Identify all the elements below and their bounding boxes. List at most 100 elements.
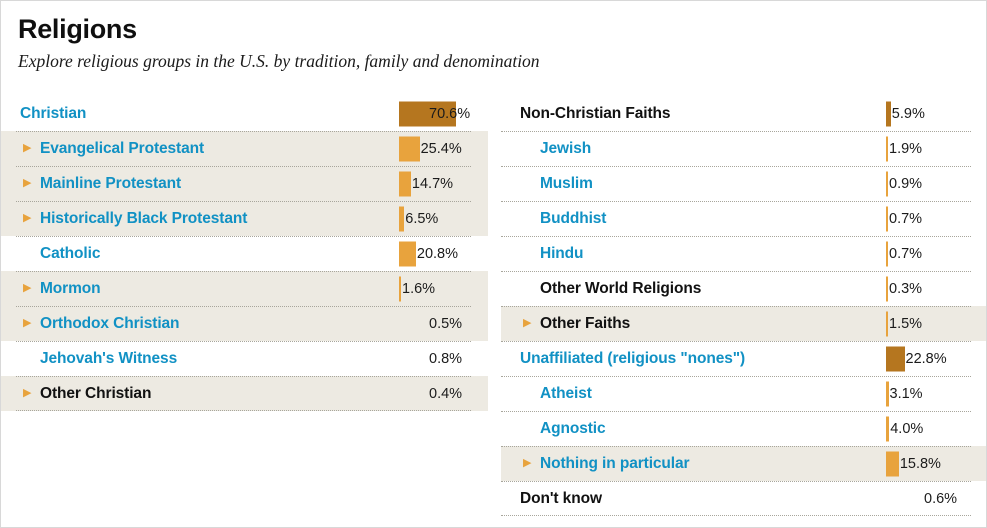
row-label-area: Agnostic [501, 411, 886, 446]
value-label: 1.9% [889, 140, 923, 157]
value-bar [399, 136, 420, 161]
religion-label[interactable]: Mainline Protestant [40, 175, 181, 193]
religion-row-agnostic[interactable]: Agnostic 4.0% [501, 411, 986, 446]
religion-label[interactable]: Unaffiliated (religious "nones") [520, 350, 745, 368]
value-bar [886, 101, 891, 126]
value-bar [886, 381, 889, 406]
value-label: 1.6% [402, 280, 436, 297]
religion-row-non-christian-faiths: Non-Christian Faiths 5.9% [501, 96, 986, 131]
religion-label[interactable]: Muslim [540, 175, 593, 193]
value-bar [886, 206, 888, 231]
expand-triangle-icon[interactable]: ▶ [23, 178, 36, 189]
expand-triangle-icon[interactable]: ▶ [523, 458, 536, 469]
religion-row-other-christian: ▶ Other Christian 0.4% [1, 376, 488, 411]
page-title: Religions [18, 14, 137, 44]
bar-and-value: 6.5% [399, 201, 471, 236]
religion-label[interactable]: Christian [20, 105, 86, 123]
religions-page: Religions Explore religious groups in th… [0, 0, 987, 528]
row-label-area: ▶ Other Christian [1, 376, 399, 411]
expand-triangle-icon[interactable]: ▶ [23, 283, 36, 294]
value-label: 0.7% [889, 245, 923, 262]
value-label: 22.8% [905, 350, 947, 367]
row-label-area: Buddhist [501, 201, 886, 236]
value-label: 0.5% [429, 315, 463, 332]
religion-label[interactable]: Atheist [540, 385, 592, 403]
religion-row-mormon[interactable]: ▶ Mormon 1.6% [1, 271, 488, 306]
religion-row-muslim[interactable]: Muslim 0.9% [501, 166, 986, 201]
value-bar [886, 416, 890, 441]
page-subtitle: Explore religious groups in the U.S. by … [18, 51, 540, 72]
bar-and-value: 0.8% [399, 341, 471, 376]
value-label: 0.7% [889, 210, 923, 227]
value-bar [399, 171, 411, 196]
expand-triangle-icon[interactable]: ▶ [523, 318, 536, 329]
religion-label[interactable]: Hindu [540, 245, 584, 263]
bar-and-value: 22.8% [886, 341, 971, 376]
row-label-area: ▶ Mormon [1, 271, 399, 306]
religion-row-unaffiliated-religious-nones[interactable]: Unaffiliated (religious "nones") 22.8% [501, 341, 986, 376]
religion-row-mainline-protestant[interactable]: ▶ Mainline Protestant 14.7% [1, 166, 488, 201]
value-label: 6.5% [405, 210, 439, 227]
bar-and-value: 0.7% [886, 236, 971, 271]
row-label-area: Other World Religions [501, 271, 886, 306]
religion-row-buddhist[interactable]: Buddhist 0.7% [501, 201, 986, 236]
value-label: 0.6% [924, 490, 958, 507]
expand-triangle-icon[interactable]: ▶ [23, 388, 36, 399]
religion-label: Other World Religions [540, 279, 702, 297]
value-label: 25.4% [420, 140, 462, 157]
religion-row-hindu[interactable]: Hindu 0.7% [501, 236, 986, 271]
religion-row-jehovah-s-witness[interactable]: Jehovah's Witness 0.8% [1, 341, 488, 376]
bar-and-value: 25.4% [399, 131, 471, 166]
value-bar [886, 276, 888, 301]
religion-row-nothing-in-particular[interactable]: ▶ Nothing in particular 15.8% [501, 446, 986, 481]
right-column: Non-Christian Faiths 5.9% Jewish 1.9% Muslim… [501, 96, 986, 516]
value-bar [399, 276, 401, 301]
religion-row-catholic[interactable]: Catholic 20.8% [1, 236, 488, 271]
religion-row-atheist[interactable]: Atheist 3.1% [501, 376, 986, 411]
value-bar [886, 311, 888, 336]
religion-label[interactable]: Mormon [40, 280, 101, 298]
bar-and-value: 15.8% [886, 446, 971, 481]
row-label-area: Unaffiliated (religious "nones") [501, 341, 886, 376]
value-label: 1.5% [889, 315, 923, 332]
expand-triangle-icon[interactable]: ▶ [23, 143, 36, 154]
row-label-area: Non-Christian Faiths [501, 96, 886, 131]
bar-and-value: 0.4% [399, 376, 471, 411]
religion-label[interactable]: Catholic [40, 245, 100, 263]
religion-label: Other Christian [40, 384, 152, 402]
religion-columns: Christian 70.6% ▶ Evangelical Protestant 25.… [1, 96, 986, 516]
value-label: 15.8% [899, 455, 941, 472]
religion-row-evangelical-protestant[interactable]: ▶ Evangelical Protestant 25.4% [1, 131, 488, 166]
religion-row-orthodox-christian[interactable]: ▶ Orthodox Christian 0.5% [1, 306, 488, 341]
expand-triangle-icon[interactable]: ▶ [23, 318, 36, 329]
value-label: 4.0% [890, 420, 924, 437]
religion-label[interactable]: Evangelical Protestant [40, 140, 204, 158]
religion-label[interactable]: Jewish [540, 140, 591, 158]
religion-row-historically-black-protestant[interactable]: ▶ Historically Black Protestant 6.5% [1, 201, 488, 236]
religion-row-christian[interactable]: Christian 70.6% [1, 96, 488, 131]
religion-row-other-world-religions: Other World Religions 0.3% [501, 271, 986, 306]
religion-label[interactable]: Orthodox Christian [40, 315, 180, 333]
row-label-area: Jehovah's Witness [1, 341, 399, 376]
religion-label[interactable]: Agnostic [540, 420, 606, 438]
religion-row-jewish[interactable]: Jewish 1.9% [501, 131, 986, 166]
row-label-area: Muslim [501, 166, 886, 201]
bar-and-value: 0.9% [886, 166, 971, 201]
religion-label[interactable]: Nothing in particular [540, 455, 690, 473]
value-bar [886, 346, 905, 371]
row-label-area: ▶ Evangelical Protestant [1, 131, 399, 166]
row-label-area: Catholic [1, 236, 399, 271]
religion-row-other-faiths: ▶ Other Faiths 1.5% [501, 306, 986, 341]
religion-label[interactable]: Jehovah's Witness [40, 350, 177, 368]
left-column: Christian 70.6% ▶ Evangelical Protestant 25.… [1, 96, 488, 411]
religion-label[interactable]: Buddhist [540, 210, 606, 228]
page-header: Religions Explore religious groups in th… [1, 1, 986, 72]
value-bar [886, 451, 899, 476]
value-label: 70.6% [429, 105, 471, 122]
value-label: 5.9% [891, 105, 925, 122]
bar-and-value: 0.3% [886, 271, 971, 306]
row-label-area: Atheist [501, 376, 886, 411]
value-label: 0.4% [429, 385, 463, 402]
religion-label[interactable]: Historically Black Protestant [40, 210, 247, 228]
expand-triangle-icon[interactable]: ▶ [23, 213, 36, 224]
